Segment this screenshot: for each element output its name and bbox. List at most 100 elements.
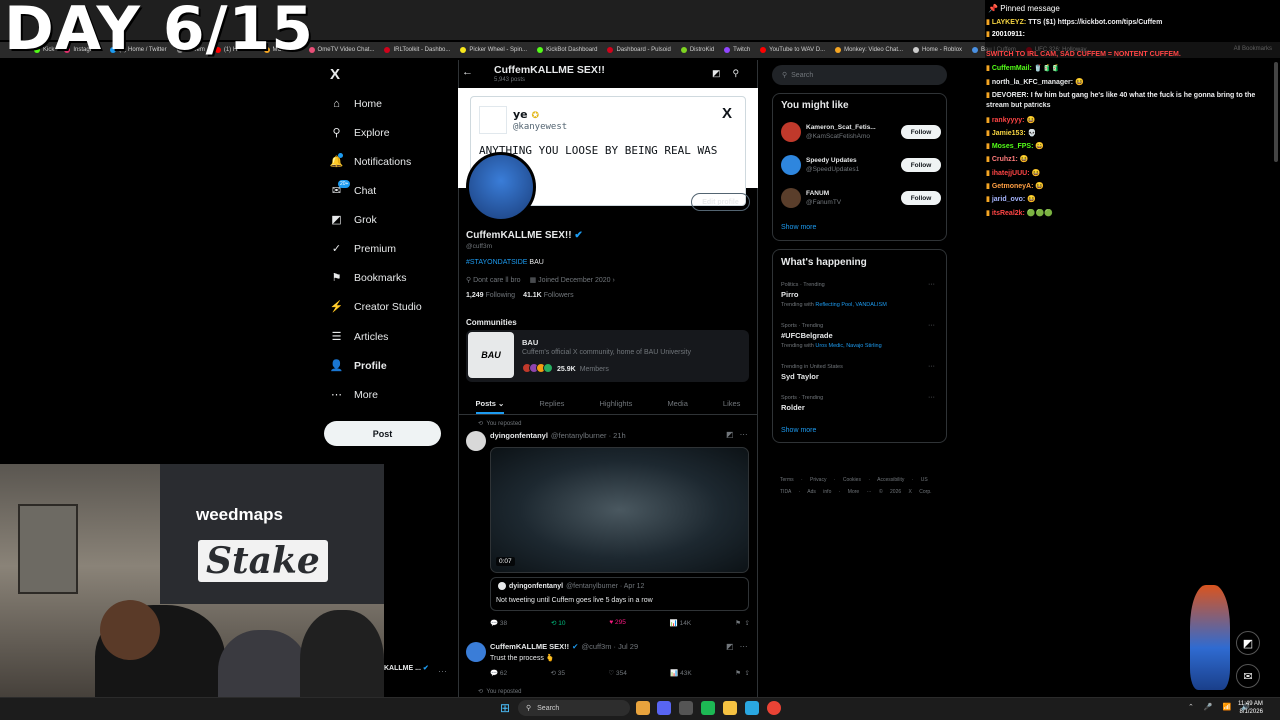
tab-replies[interactable]: Replies — [539, 399, 564, 408]
sidebar-item-label: Bookmarks — [354, 271, 407, 284]
chat-username: north_la_KFC_manager: — [991, 79, 1074, 86]
taskbar-app-icon[interactable] — [636, 701, 650, 715]
bookmark-item[interactable]: Picker Wheel - Spin... — [460, 47, 527, 53]
more-dots-icon[interactable]: ··· — [928, 280, 935, 290]
tab-highlights[interactable]: Highlights — [599, 399, 632, 408]
post-actions: 💬 38 ⟲ 10 ♥ 295 📊 14K ⚑ ⇪ — [490, 619, 750, 627]
bookmark-item[interactable]: IRLToolkit - Dashbo... — [384, 47, 450, 53]
taskbar-app-icon[interactable] — [701, 701, 715, 715]
post-menu[interactable]: ◩⋯ — [726, 430, 754, 439]
banner-tweet-handle: @kanyewest — [513, 122, 568, 132]
sidebar-item-bookmarks[interactable]: ⚑ Bookmarks — [330, 271, 407, 285]
follow-button[interactable]: Follow — [901, 125, 941, 139]
chrome-icon[interactable] — [767, 701, 781, 715]
like-button[interactable]: ♥ 295 — [609, 619, 626, 627]
sidebar-item-explore[interactable]: ⚲ Explore — [330, 126, 389, 140]
post-menu[interactable]: ◩⋯ — [726, 642, 754, 651]
bio-hashtag-link[interactable]: #STAYONDATSIDE — [466, 259, 527, 266]
views-button[interactable]: 📊 14K — [670, 619, 691, 627]
show-more-link[interactable]: Show more — [781, 427, 816, 434]
like-button[interactable]: ♡ 354 — [608, 669, 627, 677]
post-button[interactable]: Post — [324, 421, 441, 446]
suggestion-item[interactable]: Kameron_Scat_Fetis... @KamScatFetishAmo Fo… — [781, 122, 941, 142]
windows-start-icon[interactable]: ⊞ — [500, 701, 510, 715]
edit-profile-button[interactable]: Edit profile — [691, 193, 750, 211]
more-dots-icon[interactable]: ··· — [928, 321, 935, 331]
more-dots-icon[interactable]: ··· — [438, 666, 447, 676]
taskbar-clock[interactable]: 11:49 AM 8/1/2026 — [1238, 700, 1263, 716]
post-author[interactable]: dyingonfentanyl @fentanylburner · 21h — [490, 431, 626, 440]
sidebar-item-label: Creator Studio — [354, 300, 422, 313]
sidebar-item-notifications[interactable]: 🔔 Notifications — [330, 153, 411, 168]
sidebar-item-grok[interactable]: ◩ Grok — [330, 213, 376, 227]
taskbar-search[interactable]: ⚲ Search — [518, 700, 630, 716]
grok-icon[interactable]: ◩ — [726, 430, 740, 439]
bookmark-item[interactable]: Home - Roblox — [913, 47, 962, 53]
tab-media[interactable]: Media — [667, 399, 687, 408]
sidebar-item-profile[interactable]: 👤 Profile — [330, 359, 387, 373]
grok-fab-icon[interactable]: ◩ — [1236, 631, 1260, 655]
bookmark-item[interactable]: Twitch — [724, 47, 750, 53]
follow-button[interactable]: Follow — [901, 191, 941, 205]
tab-likes[interactable]: Likes — [723, 399, 741, 408]
more-dots-icon[interactable]: ⋯ — [740, 642, 754, 651]
share-actions[interactable]: ⚑ ⇪ — [735, 669, 750, 677]
more-dots-icon[interactable]: ··· — [928, 362, 935, 372]
footer-links[interactable]: Terms · Privacy · Cookies · Accessibilit… — [780, 474, 940, 498]
follow-button[interactable]: Follow — [901, 158, 941, 172]
grok-icon[interactable]: ◩ — [712, 68, 733, 78]
discord-icon[interactable] — [657, 701, 671, 715]
following-link[interactable]: 1,249 Following — [466, 292, 515, 299]
bookmark-item[interactable]: DistroKid — [680, 47, 714, 53]
sidebar-item-home[interactable]: ⌂ Home — [330, 97, 382, 110]
post-actions: 💬 62 ⟲ 35 ♡ 354 📊 43K ⚑ ⇪ — [490, 669, 750, 677]
suggestion-item[interactable]: Speedy Updates @SpeedUpdates1 Follow — [781, 155, 941, 175]
grok-icon[interactable]: ◩ — [726, 642, 740, 651]
trend-item[interactable]: Sports · Trending #UFCBelgrade Trending wi… — [781, 321, 941, 351]
back-arrow-icon[interactable]: ← — [462, 66, 473, 78]
post-avatar[interactable] — [466, 642, 486, 662]
reply-button[interactable]: 💬 38 — [490, 619, 507, 627]
chat-text: 🥤🧃🧃 — [1033, 65, 1060, 72]
chat-username: GetmoneyA: — [991, 183, 1034, 190]
followers-link[interactable]: 41.1K Followers — [523, 292, 574, 299]
suggestion-item[interactable]: FANUM @FanumTV Follow — [781, 188, 941, 208]
scrollbar[interactable] — [1274, 62, 1278, 162]
taskbar-app-icon[interactable] — [679, 701, 693, 715]
messages-fab-icon[interactable]: ✉ — [1236, 664, 1260, 688]
bookmark-item[interactable]: Dashboard - Pulsoid — [607, 47, 671, 53]
sidebar-item-more[interactable]: ⋯ More — [330, 388, 378, 402]
more-dots-icon[interactable]: ··· — [928, 393, 935, 403]
chat-username: Cruhz1: — [991, 156, 1018, 163]
sidebar-item-chat[interactable]: ✉ 20+ Chat — [330, 180, 376, 197]
bookmark-item[interactable]: Monkey: Video Chat... — [835, 47, 903, 53]
search-icon[interactable]: ⚲ — [733, 68, 752, 78]
community-description: Cuffem's official X community, home of B… — [522, 349, 692, 356]
bookmark-item[interactable]: KickBot Dashboard — [537, 47, 597, 53]
profile-avatar[interactable] — [466, 152, 536, 222]
repost-button[interactable]: ⟲ 35 — [551, 669, 566, 677]
more-dots-icon[interactable]: ⋯ — [740, 430, 754, 439]
folder-icon[interactable] — [723, 701, 737, 715]
repost-button[interactable]: ⟲ 10 — [551, 619, 566, 627]
post-video[interactable] — [490, 447, 749, 573]
reply-button[interactable]: 💬 62 — [490, 669, 507, 677]
trend-item[interactable]: Trending in United States Syd Taylor ··· — [781, 362, 941, 382]
search-input[interactable]: ⚲ Search — [772, 65, 947, 85]
views-button[interactable]: 📊 43K — [670, 669, 691, 677]
show-more-link[interactable]: Show more — [781, 224, 816, 231]
share-actions[interactable]: ⚑ ⇪ — [735, 619, 750, 627]
bookmark-item[interactable]: OmeTV Video Chat... — [308, 47, 374, 53]
trend-item[interactable]: Sports · Trending Rolder ··· — [781, 393, 941, 413]
mini-profile-name: KALLME ... ✔ — [384, 665, 429, 672]
trend-item[interactable]: Politics · Trending Pirro Trending with Re… — [781, 280, 941, 310]
tab-posts[interactable]: Posts ⌄ — [475, 399, 505, 414]
taskbar-app-icon[interactable] — [745, 701, 759, 715]
bookmark-item[interactable]: YouTube to WAV D... — [760, 47, 825, 53]
sidebar-item-creator-studio[interactable]: ⚡ Creator Studio — [330, 300, 422, 314]
sidebar-item-premium[interactable]: ✓ Premium — [330, 242, 396, 256]
post-avatar[interactable] — [466, 431, 486, 451]
x-logo[interactable]: X — [330, 66, 340, 83]
post-author[interactable]: CuffemKALLME SEX!! ✔ @cuff3m · Jul 29 — [490, 642, 638, 651]
sidebar-item-articles[interactable]: ☰ Articles — [330, 330, 389, 344]
